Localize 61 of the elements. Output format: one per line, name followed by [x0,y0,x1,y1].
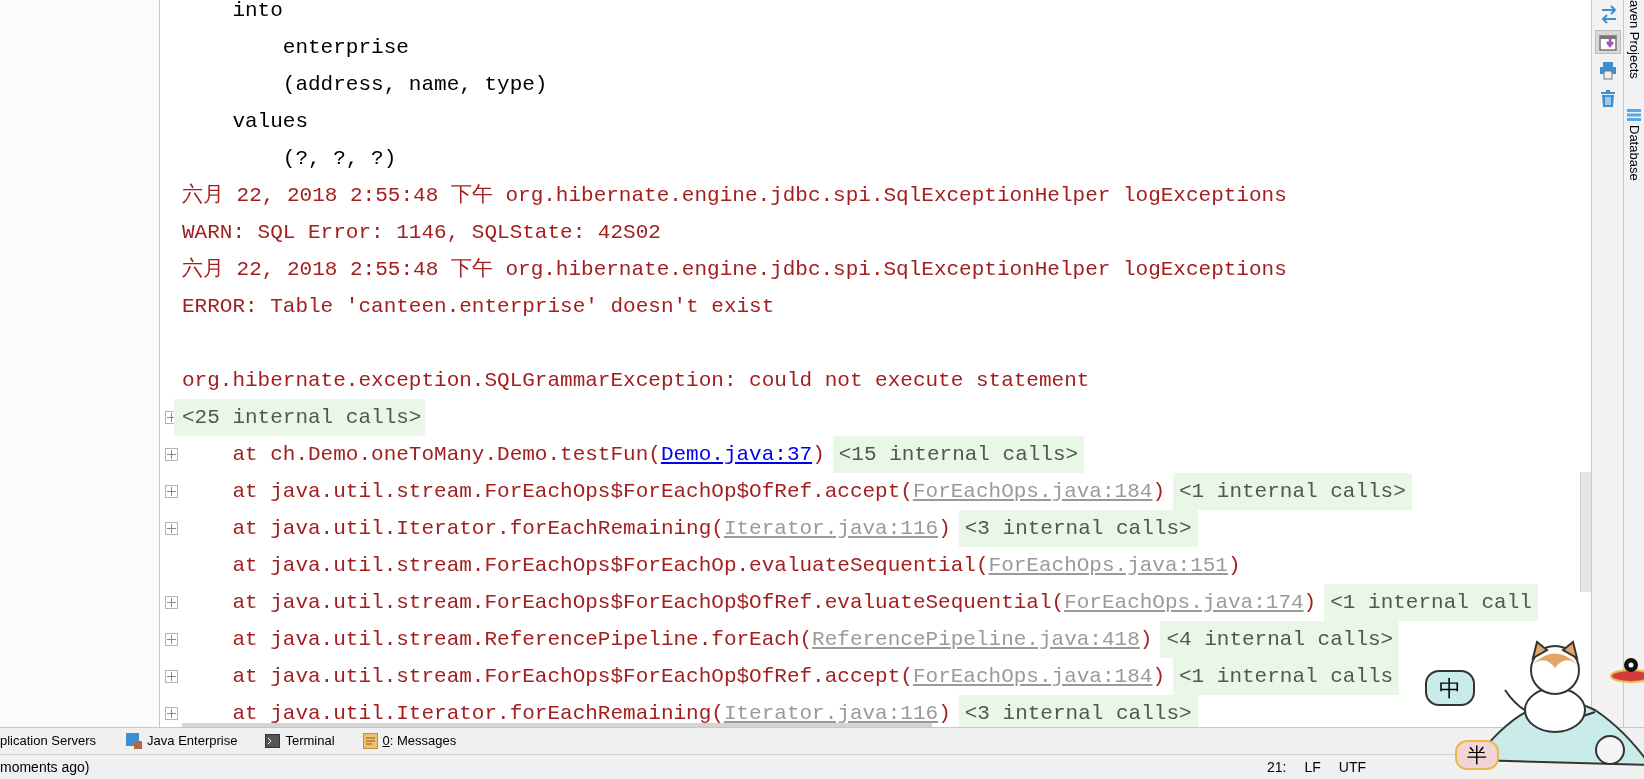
paren-text: ) [1152,481,1165,502]
console-line: 六月 22, 2018 2:55:48 下午 org.hibernate.engine.jdbc.spi.SqlExceptionHelper logExceptions [182,185,1287,206]
internal-calls-fold[interactable]: <1 internal calls [1173,658,1400,695]
console-line: 六月 22, 2018 2:55:48 下午 org.hibernate.engine.jdbc.spi.SqlExceptionHelper logExceptions [182,259,1287,280]
console-line: into [231,0,283,21]
stack-frame-text: at java.util.stream.ForEachOps$ForEachOp.evaluateSequential( [231,555,989,576]
half-width-badge[interactable]: 半 [1455,740,1499,770]
stack-frame-text: at ch.Demo.oneToMany.Demo.testFun( [231,444,661,465]
java-enterprise-icon [126,733,143,749]
messages-icon [362,733,378,749]
side-tab[interactable]: aven Projects [1624,0,1644,79]
paren-text: ) [1139,629,1153,650]
internal-calls-fold[interactable]: <1 internal call [1324,584,1538,621]
tool-window-tab[interactable]: Terminal [265,728,363,754]
tool-window-tab[interactable]: Java Enterprise [126,728,266,754]
stack-frame-text: at java.util.stream.ReferencePipeline.forEach( [231,629,813,650]
internal-calls-fold[interactable]: <4 internal calls> [1160,621,1400,658]
paren-text: ) [812,444,825,465]
stack-frame-text: at java.util.stream.ForEachOps$ForEachOp$OfRef.accept( [231,666,913,687]
paren-text: ) [938,518,951,539]
console-line: org.hibernate.exception.SQLGrammarException: could not execute statement [182,370,1090,391]
scroll-to-end-icon[interactable] [1594,30,1621,54]
internal-calls-fold[interactable]: <15 internal calls> [832,436,1085,473]
stack-frame-text: at java.util.stream.ForEachOps$ForEachOp$OfRef.accept( [231,481,913,502]
stack-frame-text: at java.util.stream.ForEachOps$ForEachOp$OfRef.evaluateSequential( [231,592,1065,613]
internal-calls-fold[interactable]: <1 internal calls> [1173,473,1412,510]
expand-icon[interactable] [164,596,178,609]
tool-window-tab[interactable]: plication Servers [0,728,127,754]
internal-calls-fold[interactable]: <25 internal calls> [174,399,426,436]
expand-icon[interactable] [164,707,178,720]
expand-icon[interactable] [164,522,178,535]
paren-text: ) [1228,555,1241,576]
console-line: (?, ?, ?) [281,148,397,169]
input-mode-badge[interactable]: 中 [1425,670,1475,706]
status-item[interactable]: LF [1304,756,1321,778]
terminal-icon [265,734,281,748]
status-item[interactable]: 21: [1266,756,1287,778]
console-line: WARN: SQL Error: 1146, SQLState: 42S02 [182,222,661,243]
source-link[interactable]: Demo.java:37 [660,444,813,465]
console-line: (address, name, type) [281,74,548,95]
console-line: values [231,111,309,132]
horizontal-scrollbar-thumb[interactable] [182,723,932,727]
database-icon [1627,108,1641,121]
paren-text: ) [1152,666,1165,687]
side-tab[interactable]: Database [1624,108,1644,181]
internal-calls-fold[interactable]: <3 internal calls> [958,510,1198,547]
stack-frame-text: at java.util.Iterator.forEachRemaining( [231,703,724,724]
console-line: enterprise [281,37,409,58]
expand-icon[interactable] [164,448,178,461]
status-message: moments ago) [0,757,90,777]
expand-icon[interactable] [164,670,178,683]
status-item[interactable]: UTF [1338,756,1366,778]
expand-icon[interactable] [164,485,178,498]
scrollbar-thumb[interactable] [1580,472,1591,592]
stack-frame-text: at java.util.Iterator.forEachRemaining( [231,518,724,539]
paren-text: ) [938,703,951,724]
paren-text: ) [1303,592,1317,613]
expand-icon[interactable] [164,633,178,646]
console-line: ERROR: Table 'canteen.enterprise' doesn't exist [182,296,775,317]
tool-window-tab[interactable]: 0: Messages [362,728,485,754]
internal-calls-fold[interactable]: <3 internal calls> [958,695,1198,727]
